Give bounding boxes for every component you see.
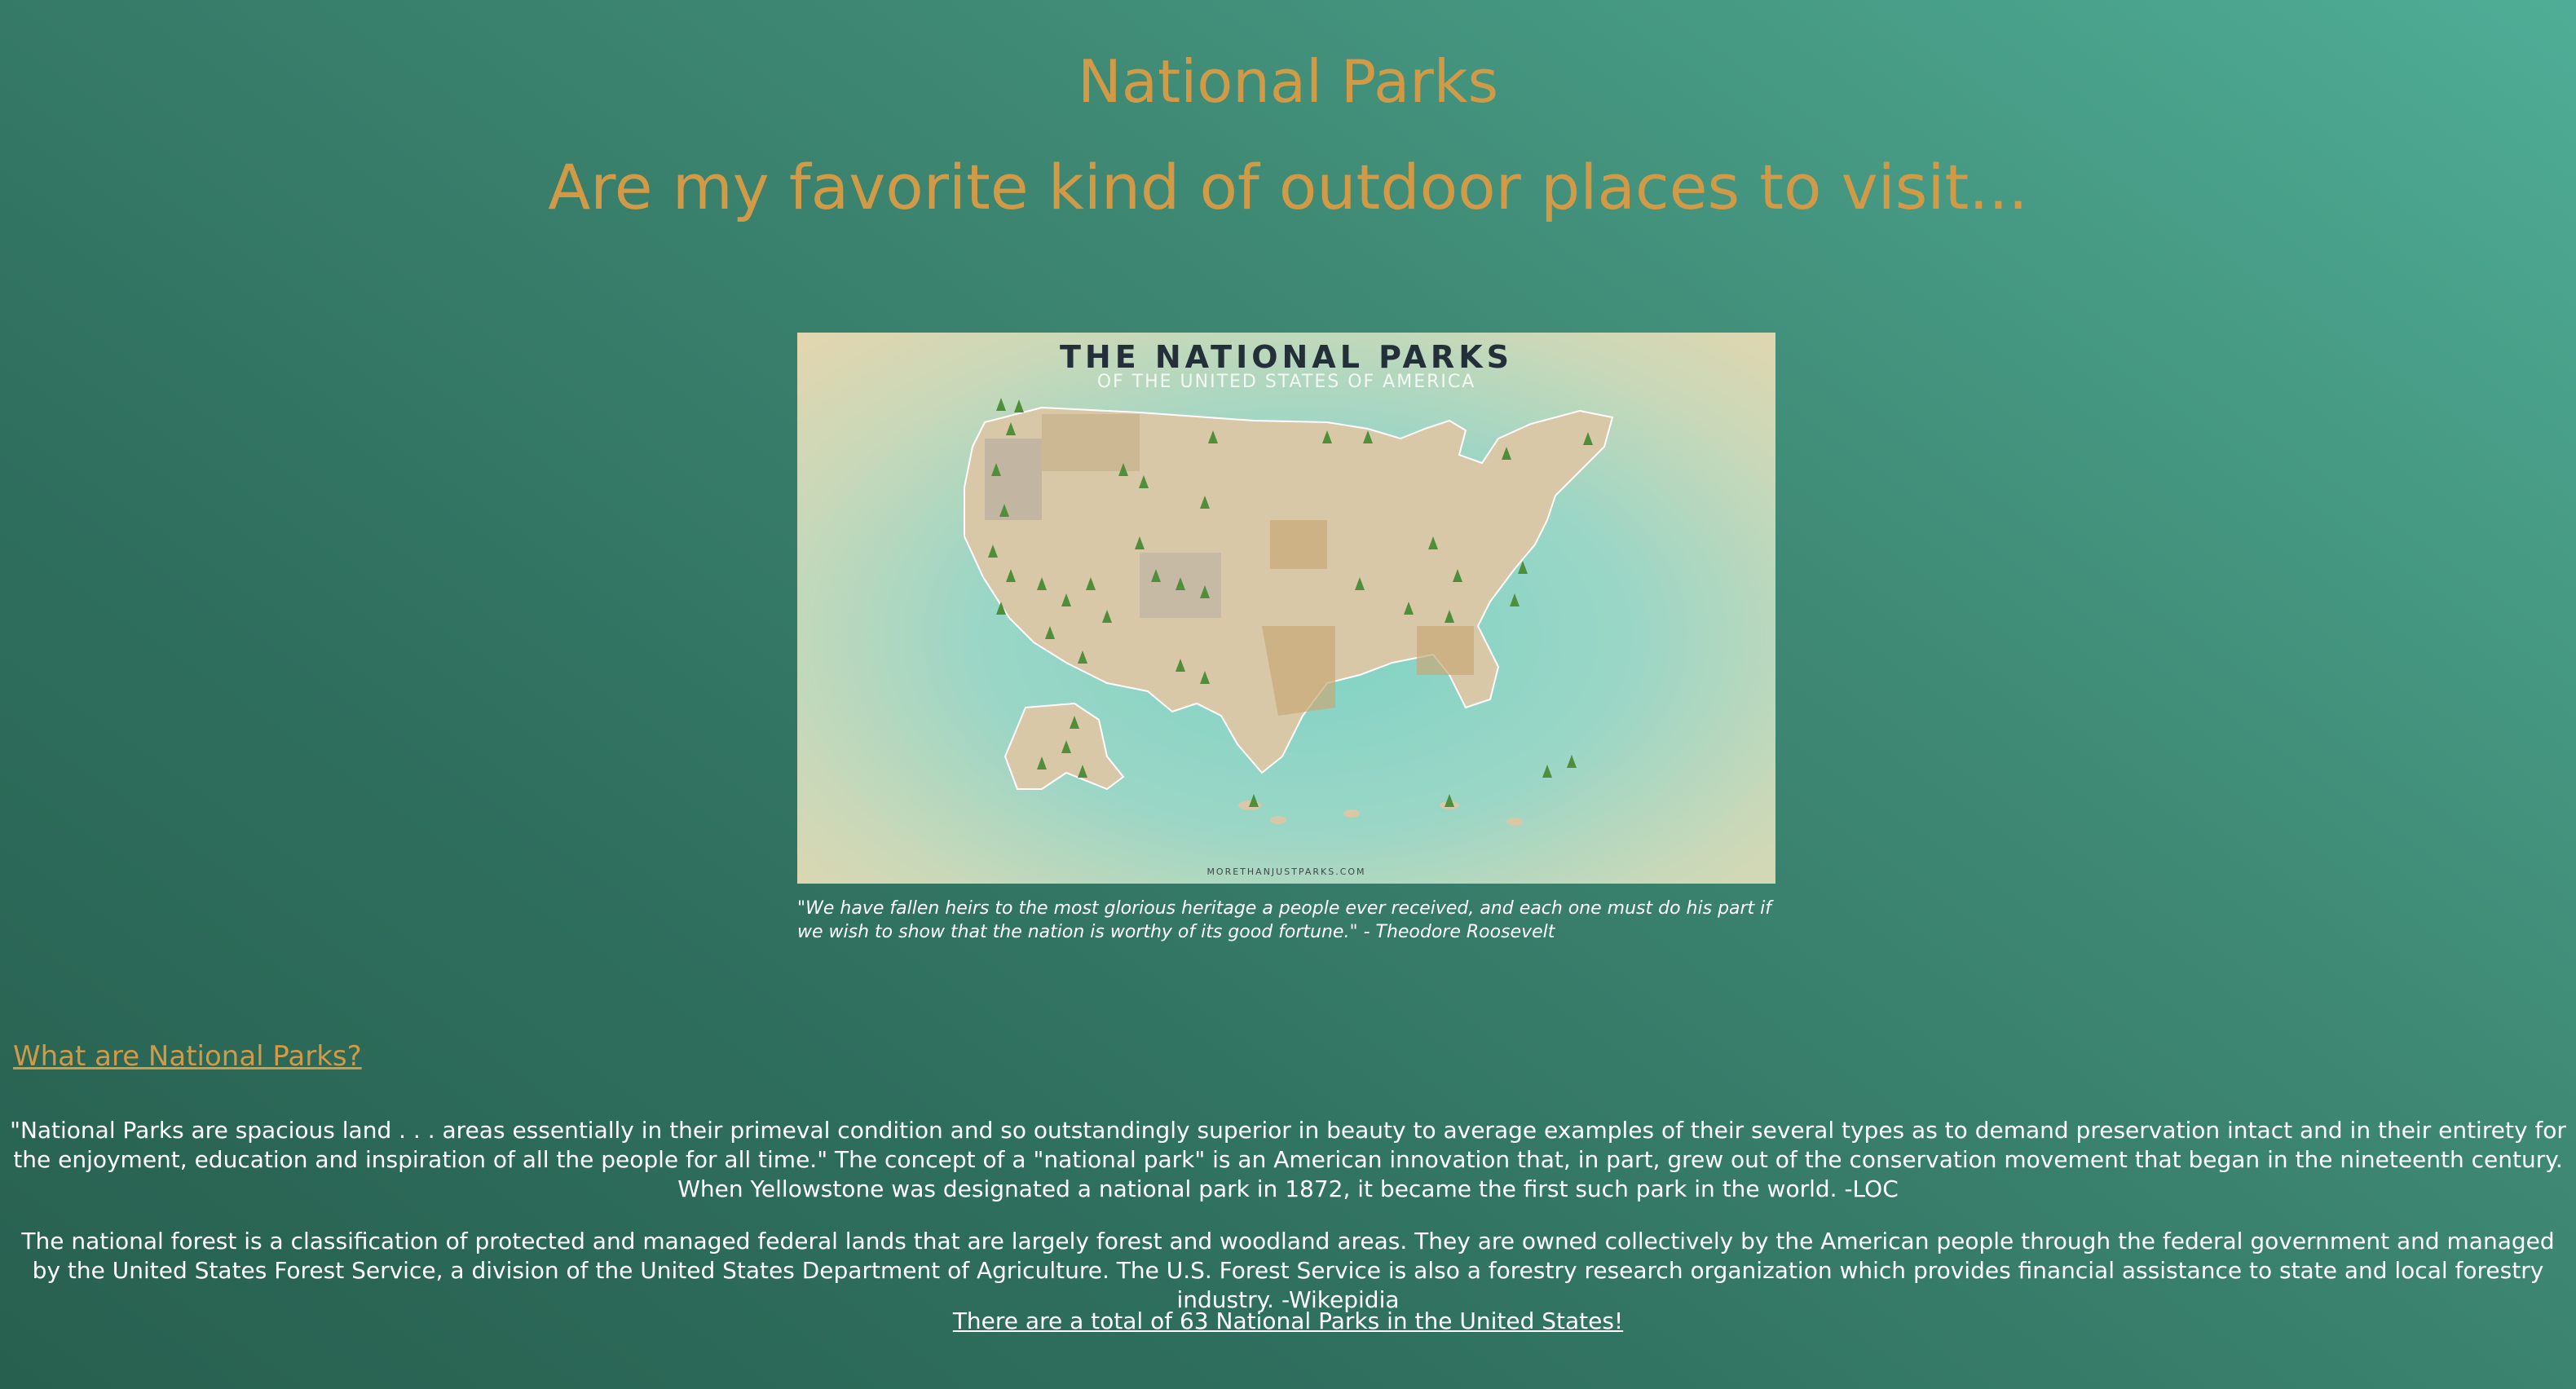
total-parks-link[interactable]: There are a total of 63 National Parks i…: [953, 1307, 1623, 1334]
what-are-national-parks-link[interactable]: What are National Parks?: [13, 1037, 362, 1076]
page-title: National Parks: [1077, 47, 1499, 116]
map-figure: THE NATIONAL PARKS OF THE UNITED STATES …: [797, 333, 1775, 944]
map-subtitle: OF THE UNITED STATES OF AMERICA: [1096, 372, 1476, 392]
us-map-illustration: [964, 398, 1614, 826]
national-parks-map-image: THE NATIONAL PARKS OF THE UNITED STATES …: [797, 333, 1775, 884]
page-tagline: Are my favorite kind of outdoor places t…: [548, 151, 2028, 223]
map-title: THE NATIONAL PARKS: [1059, 339, 1514, 375]
roosevelt-quote: "We have fallen heirs to the most glorio…: [797, 898, 1772, 942]
national-parks-definition-paragraph: "National Parks are spacious land . . . …: [10, 1117, 2566, 1202]
total-parks-line: There are a total of 63 National Parks i…: [0, 1307, 2576, 1336]
map-credit: MORETHANJUSTPARKS.COM: [1206, 866, 1366, 877]
national-forest-paragraph: The national forest is a classification …: [21, 1228, 2555, 1313]
